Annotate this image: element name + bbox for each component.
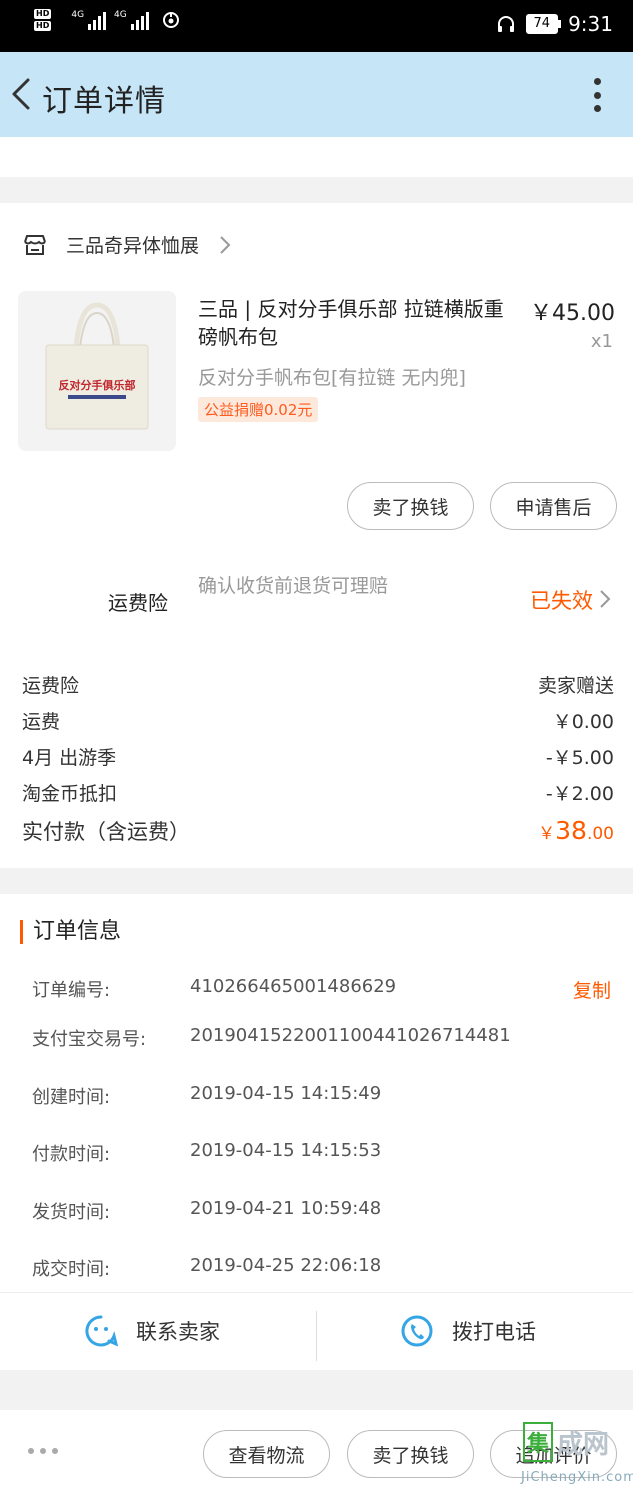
created-time: 2019-04-15 14:15:49 [190,1083,382,1104]
network-label-2: 4G [114,10,127,20]
order-item-card: 三品奇异体恤展 反对分手俱乐部 三品 | 反对分手俱乐部 拉链横版重磅帆布包 ￥… [0,203,633,868]
tote-print-text: 反对分手俱乐部 [59,378,136,392]
total-paid-value: ￥38.00 [538,816,614,845]
order-number: 410266465001486629 [190,976,397,997]
header-spacer [0,137,633,177]
tote-bag-image: 反对分手俱乐部 [18,291,176,451]
info-label: 付款时间: [32,1144,111,1165]
fee-value: -￥2.00 [545,783,614,805]
watermark-text: 成网 [557,1429,610,1460]
watermark-logo: 集 成网 [523,1422,609,1462]
fee-row: 运费险 卖家赠送 [22,671,614,698]
info-label: 订单编号: [32,980,111,1001]
sell-for-cash-button[interactable]: 卖了换钱 [347,1430,474,1478]
info-label: 成交时间: [32,1259,111,1280]
shipped-time: 2019-04-21 10:59:48 [190,1198,382,1219]
copy-order-number-button[interactable]: 复制 [573,976,611,1003]
shipping-insurance-label: 运费险 [108,591,168,615]
chevron-right-icon [220,235,231,254]
product-quantity: x1 [590,331,613,352]
info-label: 发货时间: [32,1202,111,1223]
battery-indicator: 74 [525,14,561,34]
watermark-box: 集 [523,1422,553,1462]
product-title[interactable]: 三品 | 反对分手俱乐部 拉链横版重磅帆布包 [198,295,523,351]
clock: 9:31 [568,12,613,36]
more-options-icon[interactable] [591,78,603,112]
status-bar: HD HD 4G 4G 74 9:31 [0,0,633,52]
order-info-section: 订单信息 复制 订单编号: 410266465001486629 支付宝交易号:… [0,894,633,1370]
paid-time: 2019-04-15 14:15:53 [190,1140,382,1161]
status-left: HD HD 4G 4G [34,9,181,31]
info-label: 创建时间: [32,1087,111,1108]
currency-symbol: ￥ [538,824,556,844]
total-paid-label: 实付款（含运费） [22,820,190,844]
product-spec: 反对分手帆布包[有拉链 无内兜] [198,367,466,389]
amount-integer: 38 [555,816,587,845]
completed-time: 2019-04-25 22:06:18 [190,1255,382,1276]
product-image[interactable]: 反对分手俱乐部 [18,291,176,451]
status-right: 74 9:31 [496,12,613,36]
alipay-trade-number: 2019041522001100441026714481 [190,1025,511,1046]
shop-name: 三品奇异体恤展 [66,235,200,257]
amount-decimal: .00 [586,824,614,844]
info-label: 支付宝交易号: [32,1029,147,1050]
headphones-icon [497,16,514,32]
fee-value: -￥5.00 [545,747,614,769]
fee-label: 淘金币抵扣 [22,783,118,805]
charity-badge: 公益捐赠0.02元 [198,397,319,422]
contact-seller-label: 联系卖家 [136,1320,220,1344]
page-title: 订单详情 [42,84,166,119]
fee-label: 运费 [22,711,61,733]
watermark: 集 成网 JiChengXin.com [507,1420,633,1498]
chat-face-icon [85,1315,118,1347]
view-logistics-button[interactable]: 查看物流 [203,1430,330,1478]
watermark-url: JiChengXin.com [521,1470,633,1485]
hd-label-1: HD [34,9,52,19]
fee-label: 4月 出游季 [22,747,117,769]
hd-indicator: HD HD [34,9,52,31]
hotspot-icon [162,12,179,28]
fee-value: ￥0.00 [552,711,614,733]
shipping-insurance-status[interactable]: 已失效 [530,585,593,615]
fee-row: 运费 ￥0.00 [22,707,614,734]
app-header: 订单详情 [0,52,633,137]
section-title: 订单信息 [20,920,121,944]
fee-label: 运费险 [22,675,80,697]
fee-value: 卖家赠送 [537,675,614,697]
divider [316,1311,317,1361]
total-paid-row: 实付款（含运费） ￥38.00 [22,816,614,846]
store-icon [24,234,46,255]
hd-label-2: HD [34,21,52,31]
phone-icon [401,1315,433,1347]
after-sale-button[interactable]: 申请售后 [490,482,617,530]
signal-icon-2 [130,10,149,30]
fee-row: 淘金币抵扣 -￥2.00 [22,779,614,806]
contact-actions: 联系卖家 拨打电话 [0,1292,633,1368]
contact-seller-button[interactable]: 联系卖家 [84,1293,220,1369]
signal-icon [88,10,107,30]
shop-link[interactable]: 三品奇异体恤展 [22,231,231,258]
network-label-1: 4G [71,10,85,20]
chevron-right-icon[interactable] [599,589,611,609]
call-label: 拨打电话 [452,1320,536,1344]
fee-row: 4月 出游季 -￥5.00 [22,743,614,770]
call-button[interactable]: 拨打电话 [400,1293,536,1369]
more-dots-icon[interactable] [28,1448,58,1454]
sell-for-cash-button[interactable]: 卖了换钱 [347,482,474,530]
shipping-insurance-desc: 确认收货前退货可理赔 [198,575,389,597]
back-arrow-icon[interactable] [8,76,38,112]
product-price: ￥45.00 [530,301,615,326]
